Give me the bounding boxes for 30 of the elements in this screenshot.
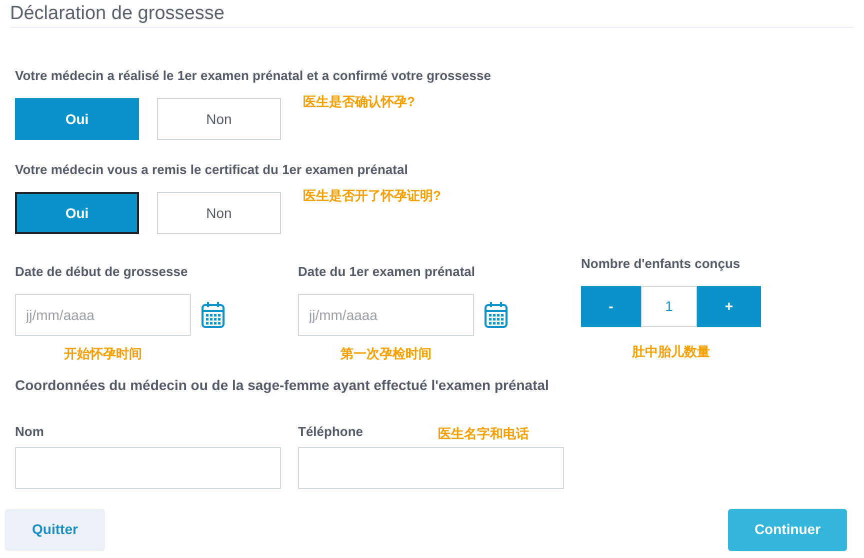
calendar-icon[interactable] — [484, 301, 508, 329]
question-label: Votre médecin a réalisé le 1er examen prénatal et a confirmé votre grossesse — [15, 68, 492, 84]
date-field[interactable]: jj/mm/aaaa — [15, 294, 191, 336]
section-heading: Coordonnées du médecin ou de la sage-femme ayant effectué l'examen prénatal — [15, 376, 550, 394]
quit-button[interactable]: Quitter — [5, 508, 105, 550]
field-label: Nombre d'enfants conçus — [581, 256, 742, 272]
field-label: Date de début de grossesse — [15, 264, 189, 280]
text-field[interactable] — [15, 446, 281, 488]
field-label: Date du 1er examen prénatal — [298, 264, 476, 280]
count-field[interactable]: 1 — [641, 286, 697, 327]
increment-button[interactable]: + — [697, 286, 761, 327]
choice-button[interactable]: Oui — [15, 192, 139, 234]
annotation: 医生是否开了怀孕证明? — [303, 187, 441, 205]
continue-button[interactable]: Continuer — [728, 508, 847, 550]
decrement-button[interactable]: - — [581, 286, 641, 327]
calendar-icon[interactable] — [201, 301, 225, 329]
choice-button[interactable]: Non — [157, 98, 281, 140]
annotation: 开始怀孕时间 — [63, 345, 143, 363]
annotation: 肚中胎儿数量 — [630, 343, 711, 361]
field-label: Téléphone — [298, 424, 364, 440]
question-label: Votre médecin vous a remis le certificat du 1er examen prénatal — [15, 162, 409, 178]
annotation: 第一次孕检时间 — [340, 345, 432, 363]
field-label: Nom — [15, 424, 44, 440]
choice-button[interactable]: Oui — [15, 98, 139, 140]
page-title: Déclaration de grossesse — [10, 2, 226, 26]
date-field[interactable]: jj/mm/aaaa — [298, 294, 474, 336]
choice-button[interactable]: Non — [157, 192, 281, 234]
text-field[interactable] — [298, 446, 564, 488]
annotation: 医生是否确认怀孕? — [303, 93, 415, 111]
annotation: 医生名字和电话 — [438, 424, 530, 442]
